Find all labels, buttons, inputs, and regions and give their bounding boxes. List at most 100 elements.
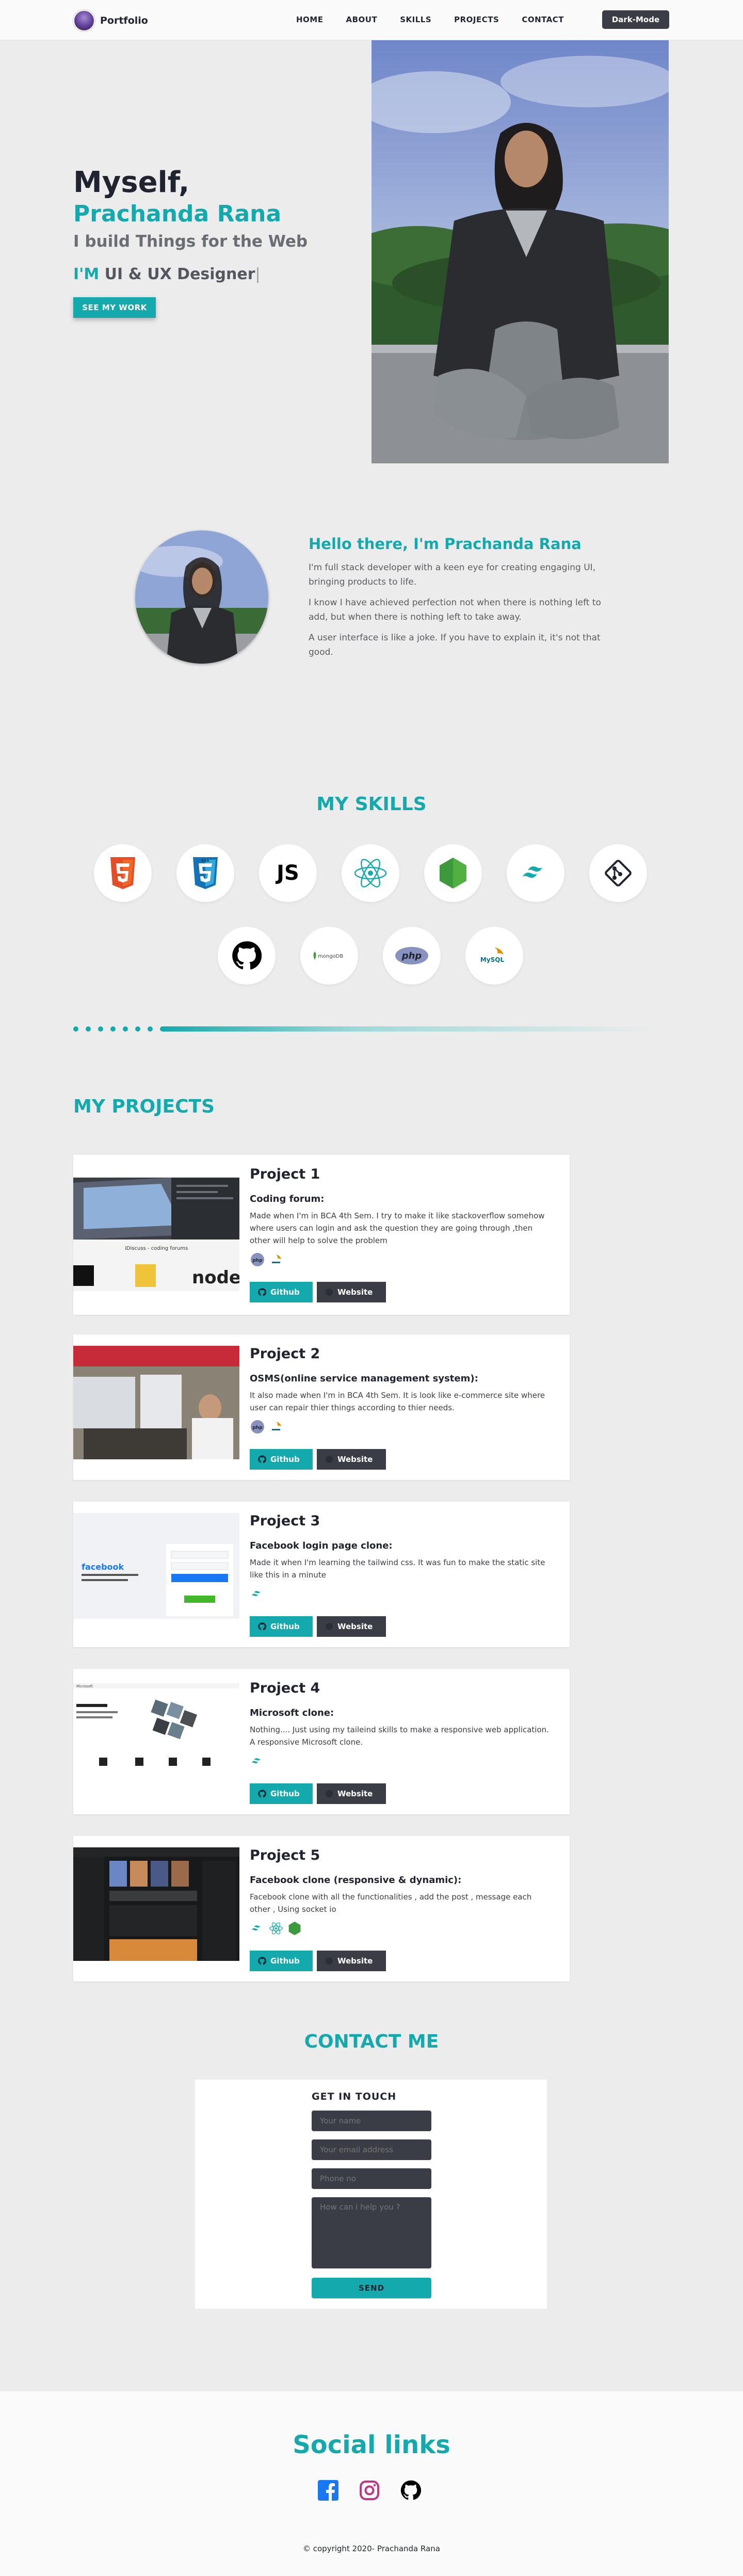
github-icon <box>232 941 262 970</box>
email-field[interactable] <box>312 2139 431 2160</box>
project-subtitle: Microsoft clone: <box>250 1708 334 1718</box>
nav-link-contact[interactable]: CONTACT <box>522 15 564 24</box>
nav-link-about[interactable]: ABOUT <box>346 15 377 24</box>
github-button[interactable]: Github <box>250 1783 313 1804</box>
hero-photo <box>372 40 669 463</box>
website-button[interactable]: Website <box>317 1616 386 1637</box>
project-description: Made when I'm in BCA 4th Sem. I try to m… <box>250 1211 545 1245</box>
hero-tagline: I build Things for the Web <box>73 232 308 251</box>
dot <box>73 1026 78 1032</box>
project-tech-stack <box>250 1753 549 1769</box>
project-3-screenshot: facebook <box>73 1513 239 1627</box>
website-label: Website <box>337 1455 373 1464</box>
project-body: Project 2 OSMS(online service management… <box>250 1345 549 1435</box>
website-button[interactable]: Website <box>317 1951 386 1971</box>
project-tech-stack: php <box>250 1419 549 1435</box>
skill-mysql: MySQL <box>465 927 523 985</box>
project-thumbnail: facebook <box>73 1513 239 1627</box>
svg-text:facebook: facebook <box>82 1562 124 1572</box>
name-field[interactable] <box>312 2111 431 2131</box>
hero-greeting: Myself, <box>73 166 190 199</box>
skill-mongodb: mongoDB <box>300 927 358 985</box>
tailwind-icon <box>250 1753 265 1769</box>
project-subtitle: OSMS(online service management system): <box>250 1373 478 1384</box>
github-button[interactable]: Github <box>250 1282 313 1302</box>
project-tech-stack <box>250 1586 549 1602</box>
website-button[interactable]: Website <box>317 1449 386 1470</box>
message-field[interactable] <box>312 2197 431 2268</box>
project-subtitle: Facebook clone (responsive & dynamic): <box>250 1875 462 1886</box>
git-icon <box>605 860 632 887</box>
project-card: Microsoft Project 4 Microsoft clone: Not… <box>73 1669 570 1814</box>
social-links <box>317 2479 422 2502</box>
nav-link-skills[interactable]: SKILLS <box>400 15 431 24</box>
github-button[interactable]: Github <box>250 1449 313 1470</box>
website-button[interactable]: Website <box>317 1783 386 1804</box>
github-icon <box>258 1622 266 1631</box>
project-body: Project 5 Facebook clone (responsive & d… <box>250 1846 549 1936</box>
navbar: Portfolio HOME ABOUT SKILLS PROJECTS CON… <box>0 0 743 40</box>
github-icon <box>258 1957 266 1965</box>
php-icon: php <box>250 1419 265 1435</box>
project-4-screenshot: Microsoft <box>73 1680 239 1794</box>
react-icon <box>268 1921 284 1936</box>
svg-text:OSMS: OSMS <box>77 1356 96 1363</box>
phone-field[interactable] <box>312 2168 431 2189</box>
project-subtitle: Coding forum: <box>250 1194 325 1204</box>
nav-link-home[interactable]: HOME <box>296 15 323 24</box>
skills-title: MY SKILLS <box>316 794 427 815</box>
brand[interactable]: Portfolio <box>73 10 148 31</box>
globe-icon <box>326 1957 333 1965</box>
project-card: iDiscuss - coding forums node Project 1 … <box>73 1155 570 1315</box>
globe-icon <box>326 1623 333 1630</box>
project-body: Project 4 Microsoft clone: Nothing.... J… <box>250 1679 549 1769</box>
github-label: Github <box>270 1287 300 1297</box>
about-section: Hello there, I'm Prachanda Rana I'm full… <box>309 534 608 666</box>
skill-git <box>589 844 647 902</box>
footer: Social links © copyright 2020- Prachanda… <box>0 2391 743 2576</box>
skill-html5 <box>94 844 152 902</box>
dot <box>98 1026 103 1032</box>
website-label: Website <box>337 1287 373 1297</box>
website-label: Website <box>337 1956 373 1966</box>
see-my-work-button[interactable]: SEE MY WORK <box>73 297 156 318</box>
github-button[interactable]: Github <box>250 1951 313 1971</box>
css3-icon: CSS <box>193 857 218 889</box>
about-paragraph: I know I have achieved perfection not wh… <box>309 598 601 622</box>
about-paragraph: I'm full stack developer with a keen eye… <box>309 562 596 587</box>
project-title: Project 4 <box>250 1680 320 1696</box>
github-button[interactable]: Github <box>250 1616 313 1637</box>
globe-icon <box>326 1456 333 1463</box>
instagram-icon[interactable] <box>358 2479 381 2502</box>
github-label: Github <box>270 1455 300 1464</box>
project-description: Nothing.... Just using my taileind skill… <box>250 1725 549 1747</box>
website-label: Website <box>337 1789 373 1798</box>
project-subtitle: Facebook login page clone: <box>250 1540 393 1551</box>
project-body: Project 3 Facebook login page clone: Mad… <box>250 1512 549 1602</box>
php-icon: php <box>395 947 428 964</box>
globe-icon <box>326 1790 333 1797</box>
project-thumbnail: OSMS <box>73 1346 239 1459</box>
github-icon <box>258 1455 266 1463</box>
hero-role-text: UI & UX Designer <box>104 265 255 283</box>
svg-text:MySQL: MySQL <box>480 956 505 963</box>
contact-title: CONTACT ME <box>304 2031 439 2052</box>
github-label: Github <box>270 1789 300 1798</box>
website-button[interactable]: Website <box>317 1282 386 1302</box>
about-portrait-image <box>135 530 268 664</box>
github-icon[interactable] <box>399 2479 422 2502</box>
nav-link-projects[interactable]: PROJECTS <box>454 15 499 24</box>
facebook-icon[interactable] <box>317 2479 340 2502</box>
svg-text:node: node <box>192 1267 239 1288</box>
skill-javascript: JS <box>259 844 317 902</box>
dot <box>86 1026 91 1032</box>
html5-icon <box>110 857 135 889</box>
website-label: Website <box>337 1622 373 1631</box>
send-button[interactable]: SEND <box>312 2278 431 2298</box>
mysql-icon <box>268 1252 284 1267</box>
skill-nodejs <box>424 844 482 902</box>
project-body: Project 1 Coding forum: Made when I'm in… <box>250 1165 549 1267</box>
project-buttons: Github Website <box>250 1449 386 1470</box>
skill-tailwind <box>507 844 564 902</box>
dark-mode-button[interactable]: Dark-Mode <box>602 10 669 29</box>
